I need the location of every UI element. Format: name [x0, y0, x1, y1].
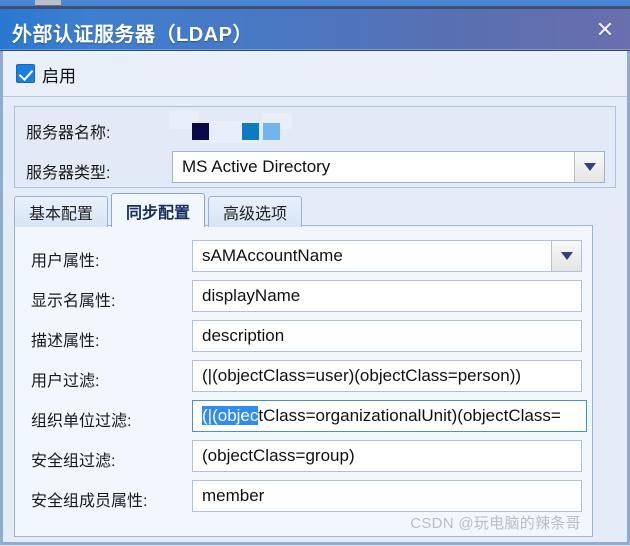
display-name-attribute-value: displayName: [202, 286, 301, 305]
tabstrip: 基本配置 同步配置 高级选项: [14, 193, 305, 227]
tab-sync-config[interactable]: 同步配置: [111, 193, 206, 227]
ldap-settings-dialog: 外部认证服务器（LDAP） ✕ 启用 服务器名称: 服务器类型: MS Acti…: [0, 9, 630, 546]
dialog-body: 启用 服务器名称: 服务器类型: MS Active Directory 基本配…: [0, 51, 630, 545]
ou-filter-input[interactable]: (|(objectClass=organizationalUnit)(objec…: [192, 400, 587, 432]
display-name-attribute-label: 显示名属性:: [31, 293, 116, 310]
close-icon[interactable]: ✕: [592, 17, 618, 43]
form-row-display-name-attribute: 显示名属性: displayName: [15, 277, 594, 317]
redaction-block-3: [263, 123, 280, 140]
form-row-user-attribute: 用户属性: sAMAccountName: [15, 237, 594, 277]
server-info-group: 服务器名称: 服务器类型: MS Active Directory: [14, 106, 616, 188]
dialog-title: 外部认证服务器（LDAP）: [12, 24, 253, 46]
chevron-down-icon[interactable]: [551, 241, 581, 271]
security-group-filter-input[interactable]: (objectClass=group): [192, 440, 582, 472]
ou-filter-selected-text: (|(objec: [202, 406, 259, 425]
enable-checkbox[interactable]: [16, 64, 35, 83]
ou-filter-rest-text: tClass=organizationalUnit)(objectClass=: [258, 406, 561, 425]
enable-label: 启用: [42, 67, 76, 86]
redaction-block-1: [192, 123, 209, 140]
user-filter-value: (|(objectClass=user)(objectClass=person)…: [202, 366, 522, 385]
security-group-member-attribute-input[interactable]: member: [192, 480, 582, 512]
form-row-security-group-filter: 安全组过滤: (objectClass=group): [15, 437, 594, 477]
user-attribute-select[interactable]: sAMAccountName: [192, 240, 582, 272]
form-row-security-group-member-attribute: 安全组成员属性: member: [15, 477, 594, 517]
display-name-attribute-input[interactable]: displayName: [192, 280, 582, 312]
redaction-block-2: [242, 123, 259, 140]
server-name-label: 服务器名称:: [26, 125, 111, 142]
enable-row: 启用: [3, 51, 627, 97]
user-filter-input[interactable]: (|(objectClass=user)(objectClass=person)…: [192, 360, 582, 392]
watermark: CSDN @玩电脑的辣条哥: [410, 515, 581, 532]
server-type-label: 服务器类型:: [26, 165, 111, 182]
description-attribute-value: description: [202, 326, 285, 345]
server-type-select[interactable]: MS Active Directory: [172, 151, 605, 183]
security-group-member-attribute-label: 安全组成员属性:: [31, 493, 148, 510]
ou-filter-value: (|(objectClass=organizationalUnit)(objec…: [193, 406, 586, 426]
chevron-down-icon[interactable]: [574, 152, 604, 182]
security-group-filter-value: (objectClass=group): [202, 446, 355, 465]
tab-advanced-options[interactable]: 高级选项: [208, 196, 303, 227]
dialog-titlebar: 外部认证服务器（LDAP） ✕: [0, 9, 630, 51]
tabpanel-sync-config: 用户属性: sAMAccountName 显示名属性: displayName …: [14, 225, 593, 537]
security-group-member-attribute-value: member: [202, 486, 265, 505]
user-attribute-value: sAMAccountName: [202, 246, 343, 265]
form-row-description-attribute: 描述属性: description: [15, 317, 594, 357]
tab-basic-config[interactable]: 基本配置: [14, 196, 109, 227]
form-row-user-filter: 用户过滤: (|(objectClass=user)(objectClass=p…: [15, 357, 594, 397]
server-type-value: MS Active Directory: [182, 157, 331, 176]
server-name-value-redacted[interactable]: [170, 111, 310, 143]
form-row-ou-filter: 组织单位过滤: (|(objectClass=organizationalUni…: [15, 397, 594, 437]
ou-filter-label: 组织单位过滤:: [31, 413, 132, 430]
security-group-filter-label: 安全组过滤:: [31, 453, 116, 470]
description-attribute-input[interactable]: description: [192, 320, 582, 352]
description-attribute-label: 描述属性:: [31, 333, 100, 350]
user-filter-label: 用户过滤:: [31, 373, 100, 390]
user-attribute-label: 用户属性:: [31, 253, 100, 270]
